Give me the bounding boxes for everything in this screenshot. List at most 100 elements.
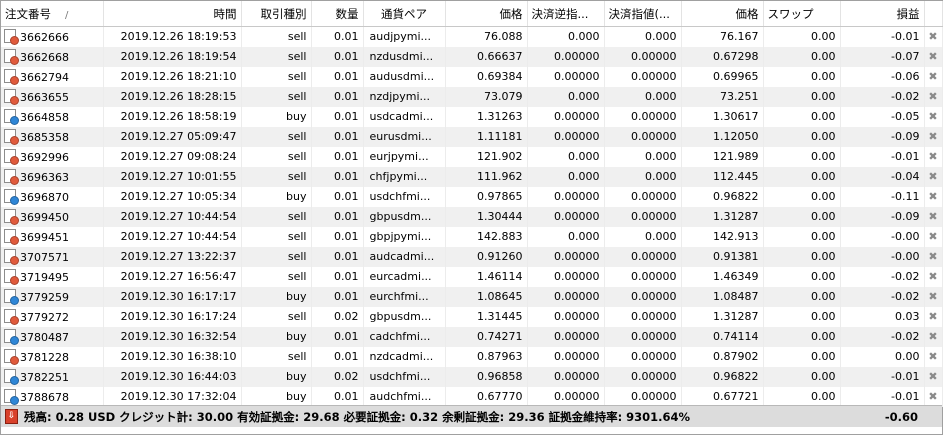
close-order-icon[interactable]: ✖ — [924, 66, 943, 87]
column-header-take-profit[interactable]: 決済指値(... — [604, 1, 682, 27]
current-price-cell: 0.91381 — [681, 246, 764, 267]
profit-cell: -0.09 — [840, 126, 925, 147]
profit-cell: -0.04 — [840, 166, 925, 187]
ticket-cell: 3779272 — [1, 306, 104, 327]
ticket-number: 3663655 — [20, 91, 69, 104]
stop-loss-cell: 0.00000 — [527, 46, 605, 67]
column-header-type[interactable]: 取引種別 — [241, 1, 312, 27]
table-row[interactable]: 3662794 2019.12.26 18:21:10 sell 0.01 audusd… — [1, 66, 943, 87]
swap-cell: 0.00 — [763, 266, 841, 287]
current-price-cell: 0.74114 — [681, 326, 764, 347]
order-type-dot — [10, 156, 19, 165]
symbol-cell: usdchfmi... — [363, 366, 446, 387]
current-price-cell: 1.31287 — [681, 206, 764, 227]
open-price-cell: 1.11181 — [445, 126, 528, 147]
symbol-cell: nzdjpymi... — [363, 86, 446, 107]
column-header-time[interactable]: 時間 — [103, 1, 242, 27]
ticket-cell: 3662668 — [1, 46, 104, 67]
table-row[interactable]: 3788678 2019.12.30 17:32:04 buy 0.01 audchfm… — [1, 386, 943, 407]
close-order-icon[interactable]: ✖ — [924, 86, 943, 107]
close-order-icon[interactable]: ✖ — [924, 226, 943, 247]
sort-indicator: / — [65, 9, 69, 21]
take-profit-cell: 0.000 — [604, 86, 682, 107]
table-row[interactable]: 3663655 2019.12.26 18:28:15 sell 0.01 nzdjpy… — [1, 86, 943, 107]
table-row[interactable]: 3662666 2019.12.26 18:19:53 sell 0.01 audjpy… — [1, 26, 943, 47]
swap-cell: 0.00 — [763, 166, 841, 187]
column-header-ticket[interactable]: 注文番号 / — [1, 1, 104, 27]
swap-cell: 0.00 — [763, 346, 841, 367]
open-price-cell: 0.91260 — [445, 246, 528, 267]
order-type-dot — [10, 396, 19, 405]
sell-order-icon — [4, 69, 19, 85]
close-order-icon[interactable]: ✖ — [924, 286, 943, 307]
table-row[interactable]: 3780487 2019.12.30 16:32:54 buy 0.01 cadchfm… — [1, 326, 943, 347]
table-row[interactable]: 3779272 2019.12.30 16:17:24 sell 0.02 gbpusd… — [1, 306, 943, 327]
close-order-icon[interactable]: ✖ — [924, 206, 943, 227]
take-profit-cell: 0.000 — [604, 26, 682, 47]
ticket-number: 3664858 — [20, 111, 69, 124]
time-cell: 2019.12.26 18:21:10 — [103, 66, 242, 87]
table-row[interactable]: 3781228 2019.12.30 16:38:10 sell 0.01 nzdcad… — [1, 346, 943, 367]
symbol-cell: audjpymi... — [363, 26, 446, 47]
table-row[interactable]: 3696363 2019.12.27 10:01:55 sell 0.01 chfjpy… — [1, 166, 943, 187]
table-row[interactable]: 3782251 2019.12.30 16:44:03 buy 0.02 usdchfm… — [1, 366, 943, 387]
close-order-icon[interactable]: ✖ — [924, 366, 943, 387]
close-order-icon[interactable]: ✖ — [924, 146, 943, 167]
close-order-icon[interactable]: ✖ — [924, 246, 943, 267]
table-row[interactable]: 3707571 2019.12.27 13:22:37 sell 0.01 audcad… — [1, 246, 943, 267]
swap-cell: 0.00 — [763, 326, 841, 347]
close-order-icon[interactable]: ✖ — [924, 166, 943, 187]
column-header-volume[interactable]: 数量 — [311, 1, 364, 27]
close-order-icon[interactable]: ✖ — [924, 266, 943, 287]
ticket-number: 3696363 — [20, 171, 69, 184]
close-order-icon[interactable]: ✖ — [924, 186, 943, 207]
table-row[interactable]: 3696870 2019.12.27 10:05:34 buy 0.01 usdchfm… — [1, 186, 943, 207]
profit-cell: -0.01 — [840, 146, 925, 167]
column-header-stop-loss[interactable]: 決済逆指... — [527, 1, 605, 27]
close-order-icon[interactable]: ✖ — [924, 346, 943, 367]
table-row[interactable]: 3779259 2019.12.30 16:17:17 buy 0.01 eurchfm… — [1, 286, 943, 307]
open-price-cell: 111.962 — [445, 166, 528, 187]
ticket-cell: 3699451 — [1, 226, 104, 247]
order-type-dot — [10, 56, 19, 65]
swap-cell: 0.00 — [763, 386, 841, 407]
swap-cell: 0.00 — [763, 66, 841, 87]
symbol-cell: audcadmi... — [363, 246, 446, 267]
ticket-cell: 3663655 — [1, 86, 104, 107]
column-header-swap[interactable]: スワップ — [763, 1, 841, 27]
swap-cell: 0.00 — [763, 246, 841, 267]
take-profit-cell: 0.00000 — [604, 46, 682, 67]
time-cell: 2019.12.30 16:17:24 — [103, 306, 242, 327]
type-cell: sell — [241, 146, 312, 167]
close-order-icon[interactable]: ✖ — [924, 126, 943, 147]
table-row[interactable]: 3685358 2019.12.27 05:09:47 sell 0.01 eurusd… — [1, 126, 943, 147]
ticket-cell: 3662794 — [1, 66, 104, 87]
table-row[interactable]: 3692996 2019.12.27 09:08:24 sell 0.01 eurjpy… — [1, 146, 943, 167]
type-cell: buy — [241, 186, 312, 207]
column-header-profit[interactable]: 損益 — [840, 1, 925, 27]
table-row[interactable]: 3699451 2019.12.27 10:44:54 sell 0.01 gbpjpy… — [1, 226, 943, 247]
order-type-dot — [10, 256, 19, 265]
table-row[interactable]: 3664858 2019.12.26 18:58:19 buy 0.01 usdcadm… — [1, 106, 943, 127]
volume-cell: 0.01 — [311, 326, 364, 347]
current-price-cell: 1.30617 — [681, 106, 764, 127]
table-row[interactable]: 3699450 2019.12.27 10:44:54 sell 0.01 gbpusd… — [1, 206, 943, 227]
close-order-icon[interactable]: ✖ — [924, 46, 943, 67]
close-order-icon[interactable]: ✖ — [924, 326, 943, 347]
table-row[interactable]: 3719495 2019.12.27 16:56:47 sell 0.01 eurcad… — [1, 266, 943, 287]
stop-loss-cell: 0.00000 — [527, 106, 605, 127]
table-row[interactable]: 3662668 2019.12.26 18:19:54 sell 0.01 nzdusd… — [1, 46, 943, 67]
open-price-cell: 142.883 — [445, 226, 528, 247]
volume-cell: 0.01 — [311, 206, 364, 227]
close-order-icon[interactable]: ✖ — [924, 26, 943, 47]
column-header-current-price[interactable]: 価格 — [681, 1, 764, 27]
close-order-icon[interactable]: ✖ — [924, 386, 943, 407]
column-header-symbol[interactable]: 通貨ペア — [363, 1, 446, 27]
column-header-price[interactable]: 価格 — [445, 1, 528, 27]
close-order-icon[interactable]: ✖ — [924, 106, 943, 127]
time-cell: 2019.12.30 16:17:17 — [103, 286, 242, 307]
sell-order-icon — [4, 49, 19, 65]
type-cell: sell — [241, 266, 312, 287]
close-order-icon[interactable]: ✖ — [924, 306, 943, 327]
symbol-cell: nzdcadmi... — [363, 346, 446, 367]
